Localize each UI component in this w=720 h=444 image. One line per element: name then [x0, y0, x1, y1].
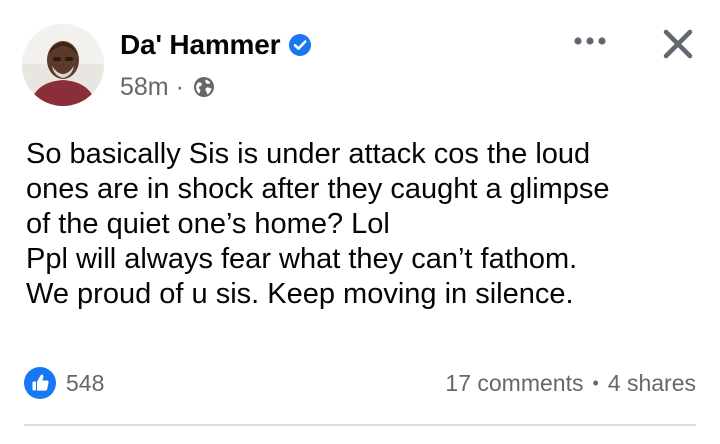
post-text-line: of the quiet one’s home? Lol [26, 208, 390, 240]
author-name[interactable]: Da' Hammer [120, 29, 280, 61]
meta-separator: · [175, 72, 184, 101]
more-options-button[interactable] [568, 26, 612, 56]
post-text: So basically Sis is under attack cos the… [26, 137, 706, 312]
post-text-line: ones are in shock after they caught a gl… [26, 173, 610, 205]
post-timestamp[interactable]: 58m [120, 73, 169, 102]
comments-link[interactable]: 17 comments [445, 370, 583, 397]
post-meta: 58m · [120, 70, 216, 104]
verified-badge-icon [288, 33, 312, 57]
avatar[interactable] [22, 24, 104, 106]
post-text-line: Ppl will always fear what they can’t fat… [26, 243, 578, 275]
shares-link[interactable]: 4 shares [608, 370, 696, 397]
author-line: Da' Hammer [120, 26, 312, 64]
post-card: Da' Hammer 58m · So basically Sis is und… [0, 0, 720, 444]
more-options-icon [574, 37, 606, 45]
like-count: 548 [66, 369, 105, 396]
globe-icon[interactable] [192, 75, 216, 99]
divider [24, 424, 696, 426]
avatar-image [22, 24, 104, 106]
like-icon [24, 367, 56, 399]
post-text-line: So basically Sis is under attack cos the… [26, 138, 591, 170]
engagement-summary: 17 comments • 4 shares [445, 366, 696, 400]
close-button[interactable] [656, 22, 700, 66]
close-icon [663, 29, 693, 59]
reactions-summary[interactable]: 548 [24, 366, 104, 400]
engagement-separator: • [592, 372, 599, 393]
post-text-line: We proud of u sis. Keep moving in silenc… [26, 278, 574, 310]
